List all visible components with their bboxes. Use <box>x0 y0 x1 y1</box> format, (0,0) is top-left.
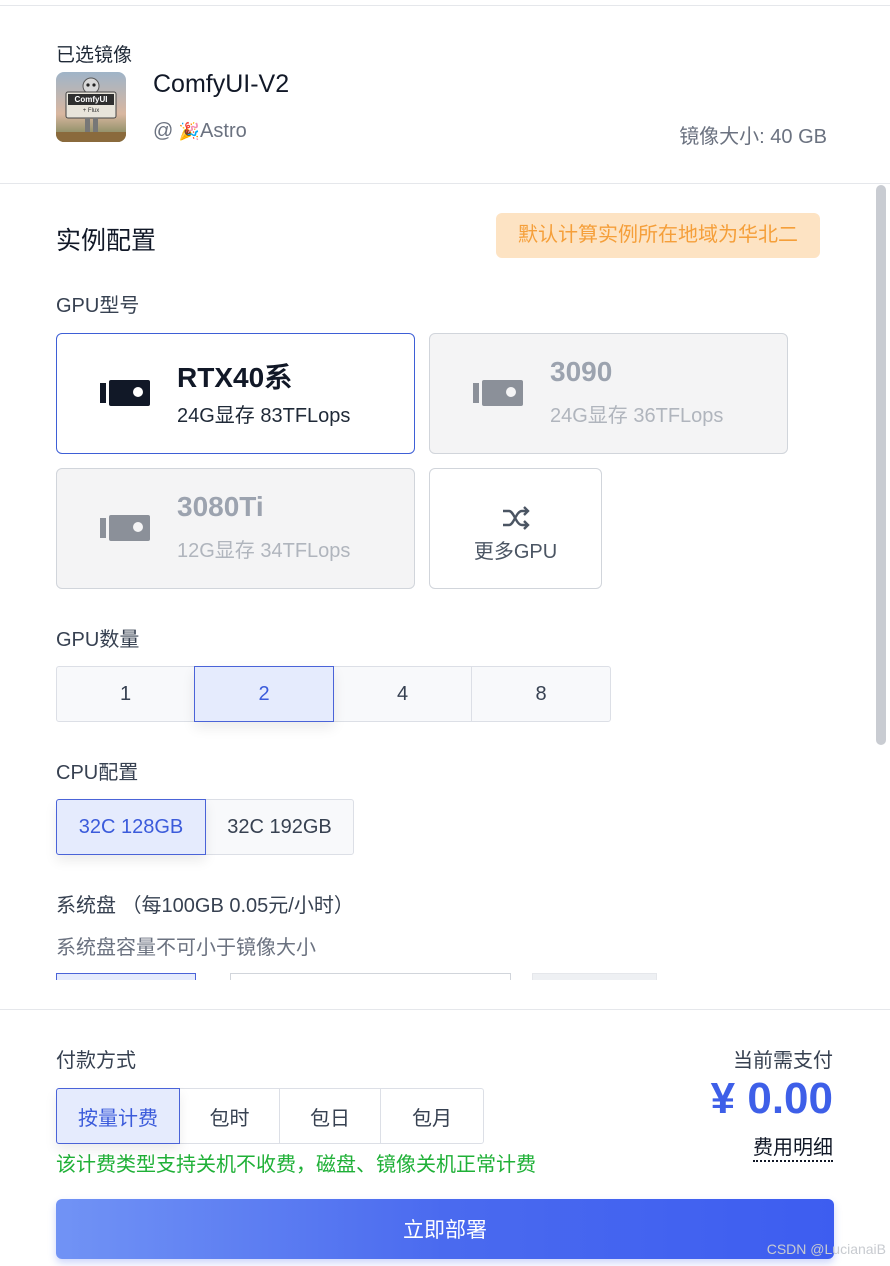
payment-option-monthly[interactable]: 包月 <box>380 1088 484 1144</box>
author-name: Astro <box>200 120 247 142</box>
instance-config-panel: 实例配置 默认计算实例所在地域为华北二 GPU型号 RTX40系 24G显存 8… <box>0 185 890 980</box>
gpu-count-option-4[interactable]: 4 <box>333 666 472 722</box>
payment-option-daily[interactable]: 包日 <box>279 1088 381 1144</box>
gpu-card-3090[interactable]: 3090 24G显存 36TFLops <box>429 333 788 454</box>
gpu-spec: 12G显存 34TFLops <box>177 540 351 562</box>
region-tip: 默认计算实例所在地域为华北二 <box>496 213 820 258</box>
selected-image-section: 已选镜像 ComfyUI + Flux ComfyUI-V2 @ 🎉Astro … <box>0 6 890 184</box>
gpu-spec: 24G显存 36TFLops <box>550 405 724 427</box>
disk-option-selected[interactable] <box>56 973 196 980</box>
fee-detail-link[interactable]: 费用明细 <box>753 1136 833 1162</box>
image-thumbnail: ComfyUI + Flux <box>56 72 126 142</box>
cpu-option-192gb[interactable]: 32C 192GB <box>205 799 354 855</box>
gpu-spec: 24G显存 83TFLops <box>177 405 351 427</box>
disk-size-input[interactable] <box>230 973 511 980</box>
selected-image-label: 已选镜像 <box>56 45 133 66</box>
cpu-config-selector: 32C 128GB 32C 192GB <box>56 799 354 855</box>
gpu-name: 3090 <box>550 356 613 387</box>
gpu-model-label: GPU型号 <box>56 295 140 317</box>
gpu-card-icon <box>100 515 150 541</box>
gpu-card-3080ti[interactable]: 3080Ti 12G显存 34TFLops <box>56 468 415 589</box>
billing-note: 该计费类型支持关机不收费，磁盘、镜像关机正常计费 <box>56 1154 536 1176</box>
amount-due-value: ¥ 0.00 <box>710 1074 833 1123</box>
shuffle-icon <box>503 506 530 530</box>
thumb-subtext: + Flux <box>82 108 100 114</box>
gpu-count-label: GPU数量 <box>56 629 140 651</box>
gpu-count-option-2[interactable]: 2 <box>194 666 334 722</box>
author-at: @ <box>153 120 174 142</box>
payment-option-pay-as-you-go[interactable]: 按量计费 <box>56 1088 180 1144</box>
config-title: 实例配置 <box>56 227 157 255</box>
system-disk-label: 系统盘 （每100GB 0.05元/小时） <box>56 895 354 917</box>
gpu-card-icon <box>473 380 523 406</box>
gpu-card-rtx40[interactable]: RTX40系 24G显存 83TFLops <box>56 333 415 454</box>
payment-panel: 付款方式 当前需支付 ¥ 0.00 按量计费 包时 包日 包月 费用明细 该计费… <box>0 1009 890 1266</box>
cpu-option-128gb[interactable]: 32C 128GB <box>56 799 206 855</box>
gpu-name: 3080Ti <box>177 491 264 522</box>
more-gpu-button[interactable]: 更多GPU <box>429 468 602 589</box>
gpu-count-option-8[interactable]: 8 <box>471 666 611 722</box>
gpu-count-selector: 1 2 4 8 <box>56 666 611 722</box>
payment-option-hourly[interactable]: 包时 <box>179 1088 280 1144</box>
gpu-card-icon <box>100 380 150 406</box>
cpu-config-label: CPU配置 <box>56 762 139 784</box>
party-popper-icon: 🎉 <box>178 122 201 141</box>
scrollbar[interactable] <box>876 185 886 745</box>
amount-due-label: 当前需支付 <box>733 1050 833 1072</box>
system-disk-controls <box>56 973 756 980</box>
image-name: ComfyUI-V2 <box>153 70 290 98</box>
image-author[interactable]: @ 🎉Astro <box>153 120 247 143</box>
gpu-name: RTX40系 <box>177 362 293 393</box>
payment-method-label: 付款方式 <box>56 1050 136 1072</box>
watermark: CSDN @LucianaiB <box>766 1241 886 1257</box>
disk-size-stepper[interactable] <box>532 973 657 980</box>
image-size: 镜像大小: 40 GB <box>679 126 827 148</box>
thumb-text: ComfyUI <box>74 95 108 104</box>
gpu-count-option-1[interactable]: 1 <box>56 666 195 722</box>
deploy-now-button[interactable]: 立即部署 <box>56 1199 834 1259</box>
more-gpu-label: 更多GPU <box>473 541 558 563</box>
payment-method-selector: 按量计费 包时 包日 包月 <box>56 1088 484 1144</box>
system-disk-note: 系统盘容量不可小于镜像大小 <box>56 937 316 959</box>
